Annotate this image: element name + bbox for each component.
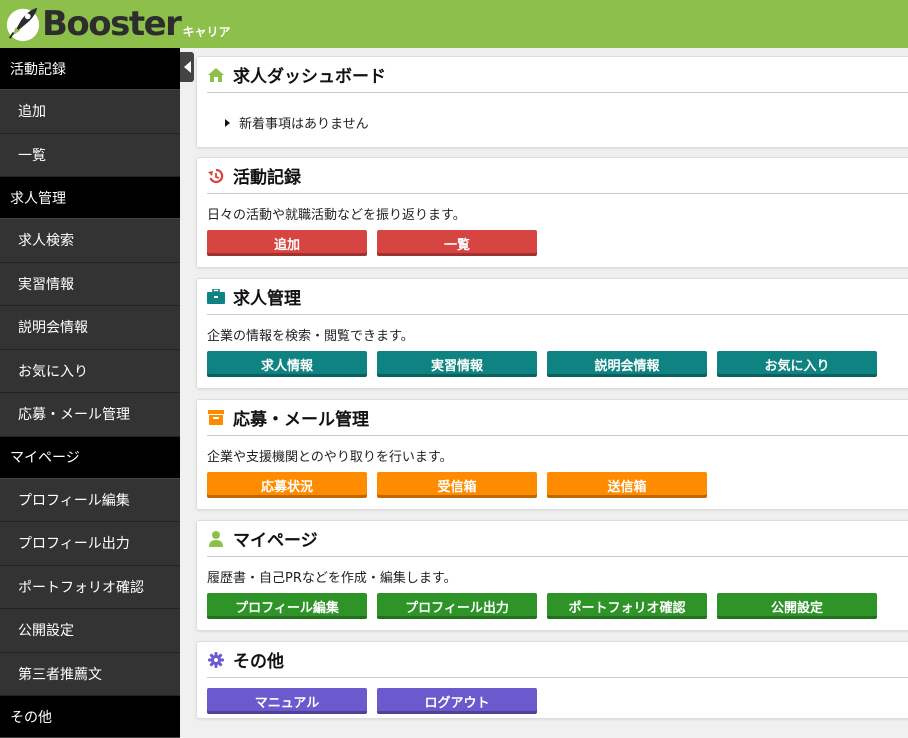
home-icon	[207, 66, 225, 84]
sidebar-section-mypage[interactable]: マイページ	[0, 436, 180, 479]
application-status-button[interactable]: 応募状況	[207, 472, 367, 498]
logo-subtext: キャリア	[182, 24, 231, 39]
jobs-title-text: 求人管理	[233, 289, 301, 309]
inbox-icon	[207, 409, 225, 427]
sidebar-section-activity[interactable]: 活動記録	[0, 48, 180, 90]
activity-title: 活動記録	[207, 158, 908, 194]
sidebar-item-job-search[interactable]: 求人検索	[0, 219, 180, 263]
sidebar-item-portfolio[interactable]: ポートフォリオ確認	[0, 565, 180, 609]
activity-card: 活動記録 日々の活動や就職活動などを振り返ります。 追加 一覧	[196, 157, 908, 268]
sidebar-item-application-mail[interactable]: 応募・メール管理	[0, 393, 180, 437]
other-title-text: その他	[233, 652, 284, 672]
booster-logo[interactable]: Booster キャリア	[4, 2, 230, 46]
visibility-settings-button[interactable]: 公開設定	[717, 593, 877, 619]
favorites-button[interactable]: お気に入り	[717, 351, 877, 377]
other-title: その他	[207, 642, 908, 678]
job-info-button[interactable]: 求人情報	[207, 351, 367, 377]
rocket-logo-icon	[6, 7, 40, 42]
mail-description: 企業や支援機関とのやり取りを行います。	[207, 450, 453, 465]
sidebar-item-internship[interactable]: 実習情報	[0, 262, 180, 306]
sidebar-item-recommendation[interactable]: 第三者推薦文	[0, 652, 180, 696]
dashboard-title: 求人ダッシュボード	[207, 57, 908, 93]
jobs-title: 求人管理	[207, 279, 908, 315]
sidebar-section-jobs[interactable]: 求人管理	[0, 177, 180, 219]
logout-button[interactable]: ログアウト	[377, 688, 537, 714]
mail-title-text: 応募・メール管理	[233, 410, 369, 430]
sidebar-item-profile-output[interactable]: プロフィール出力	[0, 522, 180, 566]
briefcase-icon	[207, 288, 225, 306]
gear-icon	[207, 651, 225, 669]
history-icon	[207, 167, 225, 185]
activity-description: 日々の活動や就職活動などを振り返ります。	[207, 208, 466, 223]
profile-edit-button[interactable]: プロフィール編集	[207, 593, 367, 619]
news-item: 新着事項はありません	[197, 93, 908, 132]
activity-add-button[interactable]: 追加	[207, 230, 367, 256]
user-icon	[207, 530, 225, 548]
mypage-card: マイページ 履歴書・自己PRなどを作成・編集します。 プロフィール編集 プロフィ…	[196, 520, 908, 631]
dashboard-title-text: 求人ダッシュボード	[233, 67, 386, 87]
sidebar-item-briefing[interactable]: 説明会情報	[0, 306, 180, 350]
jobs-card: 求人管理 企業の情報を検索・閲覧できます。 求人情報 実習情報 説明会情報 お気…	[196, 278, 908, 389]
mypage-title-text: マイページ	[233, 531, 318, 551]
mail-title: 応募・メール管理	[207, 400, 908, 436]
sidebar: 活動記録 追加 一覧 求人管理 求人検索 実習情報 説明会情報 お気に入り 応募…	[0, 48, 180, 738]
sidebar-item-add[interactable]: 追加	[0, 90, 180, 134]
sidebar-item-profile-edit[interactable]: プロフィール編集	[0, 478, 180, 522]
news-text: 新着事項はありません	[239, 117, 369, 132]
briefing-info-button[interactable]: 説明会情報	[547, 351, 707, 377]
sidebar-section-other[interactable]: その他	[0, 696, 180, 738]
activity-list-button[interactable]: 一覧	[377, 230, 537, 256]
mail-card: 応募・メール管理 企業や支援機関とのやり取りを行います。 応募状況 受信箱 送信…	[196, 399, 908, 510]
internship-info-button[interactable]: 実習情報	[377, 351, 537, 377]
sidebar-item-list[interactable]: 一覧	[0, 133, 180, 177]
profile-output-button[interactable]: プロフィール出力	[377, 593, 537, 619]
app-header: Booster キャリア	[0, 0, 908, 48]
chevron-left-icon	[183, 61, 191, 73]
outbox-button[interactable]: 送信箱	[547, 472, 707, 498]
activity-title-text: 活動記録	[233, 168, 301, 188]
logo-text: Booster	[42, 4, 182, 44]
dashboard-card: 求人ダッシュボード 新着事項はありません	[196, 56, 908, 148]
sidebar-item-favorites[interactable]: お気に入り	[0, 349, 180, 393]
sidebar-item-visibility[interactable]: 公開設定	[0, 609, 180, 653]
portfolio-button[interactable]: ポートフォリオ確認	[547, 593, 707, 619]
mypage-description: 履歴書・自己PRなどを作成・編集します。	[207, 571, 457, 586]
manual-button[interactable]: マニュアル	[207, 688, 367, 714]
sidebar-collapse-button[interactable]	[180, 52, 194, 82]
caret-right-icon	[225, 118, 230, 127]
inbox-button[interactable]: 受信箱	[377, 472, 537, 498]
mypage-title: マイページ	[207, 521, 908, 557]
jobs-description: 企業の情報を検索・閲覧できます。	[207, 329, 414, 344]
other-card: その他 マニュアル ログアウト	[196, 641, 908, 719]
